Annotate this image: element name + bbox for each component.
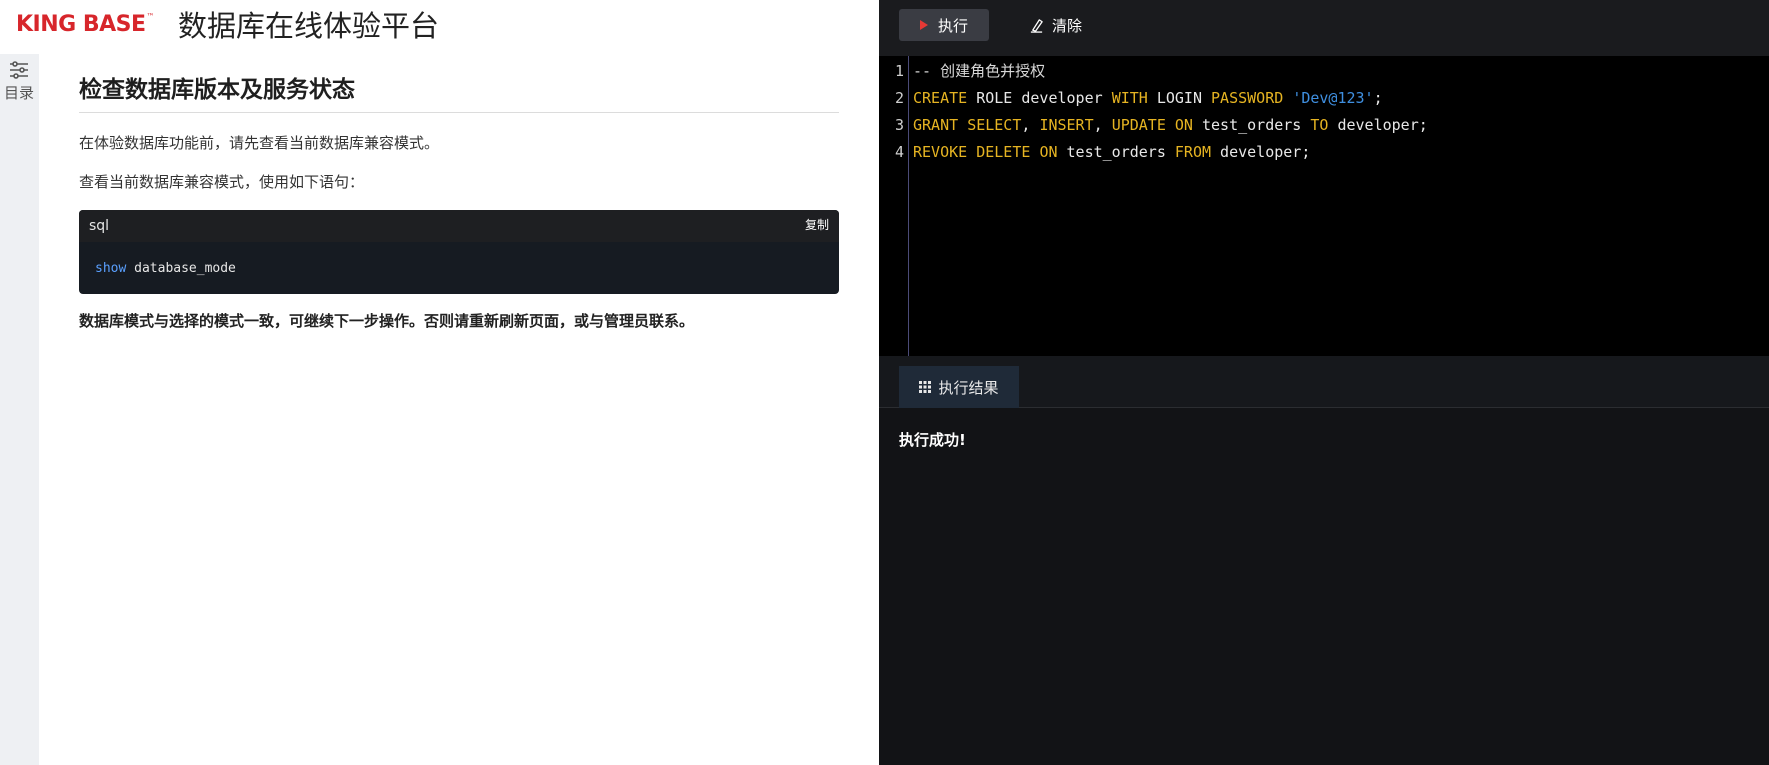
sql-text: ,	[1021, 116, 1040, 134]
tab-results-label: 执行结果	[938, 378, 999, 397]
clear-button[interactable]: 清除	[1029, 9, 1082, 41]
code-line-2[interactable]: CREATE ROLE developer WITH LOGIN PASSWOR…	[913, 85, 1383, 112]
line-number: 1	[894, 62, 904, 80]
sql-text: ;	[1373, 89, 1383, 107]
line-number: 3	[894, 116, 904, 134]
kingbase-logo: KING BASE ™	[16, 12, 155, 38]
doc-title: 检查数据库版本及服务状态	[79, 74, 839, 113]
sql-keyword: TO	[1310, 116, 1329, 134]
editor-panel: 执行 清除 1 2 3 4 -- 创建角色并授权 CREATE ROLE dev…	[879, 0, 1769, 765]
sql-keyword: ON	[1174, 116, 1193, 134]
line-number: 4	[894, 143, 904, 161]
sql-keyword: SELECT	[967, 116, 1022, 134]
result-message: 执行成功!	[899, 431, 966, 449]
sliders-icon[interactable]	[9, 60, 29, 80]
sql-keyword: UPDATE	[1111, 116, 1166, 134]
code-block-header: sql 复制	[79, 210, 839, 242]
sql-text: test_orders	[1192, 116, 1311, 134]
code-keyword: show	[95, 261, 127, 276]
grid-icon	[919, 381, 932, 393]
platform-title: 数据库在线体验平台	[178, 9, 440, 43]
sql-text: developer;	[1211, 143, 1311, 161]
sql-keyword: REVOKE	[913, 143, 968, 161]
logo-text: KING BASE	[16, 12, 146, 37]
doc-paragraph-note: 数据库模式与选择的模式一致，可继续下一步操作。否则请重新刷新页面，或与管理员联系…	[79, 312, 695, 330]
eraser-icon	[1030, 18, 1043, 33]
line-number-gutter: 1 2 3 4	[879, 56, 909, 356]
sql-keyword: DELETE	[976, 143, 1031, 161]
tab-results[interactable]: 执行结果	[899, 366, 1019, 408]
sql-text: ,	[1093, 116, 1112, 134]
sql-text: test_orders	[1057, 143, 1175, 161]
sql-keyword: FROM	[1174, 143, 1212, 161]
sql-text: LOGIN	[1147, 89, 1212, 107]
toc-label[interactable]: 目录	[4, 84, 34, 102]
code-line-3[interactable]: GRANT SELECT, INSERT, UPDATE ON test_ord…	[913, 112, 1428, 139]
play-icon	[919, 20, 928, 30]
sql-keyword: INSERT	[1039, 116, 1094, 134]
sql-keyword: GRANT	[913, 116, 959, 134]
logo-trademark: ™	[146, 12, 155, 21]
code-text: database_mode	[126, 261, 236, 276]
code-language-label: sql	[89, 218, 110, 234]
results-tab-bar: 执行结果	[879, 356, 1769, 408]
editor-toolbar: 执行 清除	[879, 0, 1769, 56]
code-block: sql 复制 show database_mode	[79, 210, 839, 294]
code-line-4[interactable]: REVOKE DELETE ON test_orders FROM develo…	[913, 139, 1310, 166]
sql-keyword: PASSWORD	[1211, 89, 1284, 107]
sql-keyword: ON	[1039, 143, 1058, 161]
doc-paragraph-intro: 在体验数据库功能前，请先查看当前数据库兼容模式。	[79, 134, 440, 152]
doc-panel: KING BASE ™ 数据库在线体验平台 目录 检查数据库版本及服务状态 在体…	[0, 0, 879, 765]
run-button[interactable]: 执行	[899, 9, 989, 41]
app-root: KING BASE ™ 数据库在线体验平台 目录 检查数据库版本及服务状态 在体…	[0, 0, 1769, 765]
sql-keyword: CREATE	[913, 89, 968, 107]
clear-button-label: 清除	[1052, 16, 1083, 35]
code-snippet: show database_mode	[95, 260, 236, 278]
code-line-1[interactable]: -- 创建角色并授权	[913, 58, 1045, 85]
sql-text: ROLE developer	[967, 89, 1112, 107]
sql-editor[interactable]: 1 2 3 4 -- 创建角色并授权 CREATE ROLE developer…	[879, 56, 1769, 356]
toc-sidebar[interactable]: 目录	[0, 54, 39, 765]
copy-button[interactable]: 复制	[805, 217, 829, 233]
sql-comment: -- 创建角色并授权	[913, 62, 1046, 80]
top-bar: KING BASE ™ 数据库在线体验平台	[0, 0, 879, 54]
line-number: 2	[894, 89, 904, 107]
sql-keyword: WITH	[1111, 89, 1148, 107]
sql-text: developer;	[1328, 116, 1428, 134]
sql-string: 'Dev@123'	[1292, 89, 1374, 107]
doc-paragraph-instruction: 查看当前数据库兼容模式，使用如下语句：	[79, 173, 365, 191]
run-button-label: 执行	[937, 16, 968, 35]
